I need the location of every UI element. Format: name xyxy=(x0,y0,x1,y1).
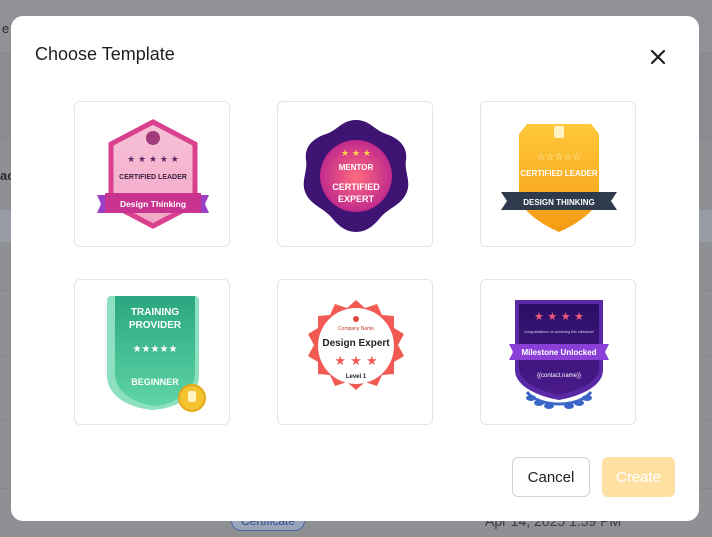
template-tile-mentor-expert[interactable]: ★ ★ ★ MENTOR CERTIFIED EXPERT xyxy=(277,101,433,247)
svg-text:★ ★ ★ ★: ★ ★ ★ ★ xyxy=(534,310,584,323)
close-icon xyxy=(650,49,666,65)
cancel-button[interactable]: Cancel xyxy=(512,457,590,497)
choose-template-modal: Choose Template ★ ★ ★ ★ ★ CERTIFIED LEAD… xyxy=(11,16,699,521)
badge-mentor-expert: ★ ★ ★ MENTOR CERTIFIED EXPERT xyxy=(303,120,409,232)
badge-certified-leader-gold: ☆☆☆☆☆ CERTIFIED LEADER DESIGN THINKING xyxy=(501,124,617,232)
badge-bottom-text: Level 1 xyxy=(346,374,367,380)
badge-certified-leader-pink: ★ ★ ★ ★ ★ CERTIFIED LEADER Design Thinki… xyxy=(97,119,209,229)
badge-top-text: Congratulations on achieving this milest… xyxy=(524,330,594,334)
badge-bottom-text: BEGINNER xyxy=(131,377,179,387)
bg-text-fragment: e xyxy=(2,21,10,36)
template-tile-design-expert[interactable]: Company Name Design Expert ★ ★ ★ Level 1 xyxy=(277,279,433,425)
badge-training-provider: TRAINING PROVIDER ★★★★★ BEGINNER xyxy=(107,296,206,412)
badge-bottom-text: EXPERT xyxy=(338,194,375,204)
badge-ribbon-text: Milestone Unlocked xyxy=(521,348,596,357)
badge-top-text: CERTIFIED LEADER xyxy=(119,174,187,181)
badge-top-text: MENTOR xyxy=(339,163,374,172)
badge-ribbon-text: Design Thinking xyxy=(120,199,186,209)
svg-text:★ ★ ★: ★ ★ ★ xyxy=(341,149,371,159)
badge-mid-text: PROVIDER xyxy=(129,320,182,331)
modal-title: Choose Template xyxy=(35,44,175,64)
badge-top-text: Company Name xyxy=(338,326,374,332)
template-tile-milestone-unlocked[interactable]: ★ ★ ★ ★ Congratulations on achieving thi… xyxy=(480,279,636,425)
badge-top-text: TRAINING xyxy=(131,307,180,318)
badge-bottom-text: {{contact.name}} xyxy=(537,373,581,379)
svg-text:★ ★ ★: ★ ★ ★ xyxy=(334,354,377,369)
badge-design-expert: Company Name Design Expert ★ ★ ★ Level 1 xyxy=(308,300,404,390)
badge-mid-text: Design Expert xyxy=(322,338,390,349)
svg-text:★★★★★: ★★★★★ xyxy=(133,344,178,355)
svg-text:★ ★ ★ ★ ★: ★ ★ ★ ★ ★ xyxy=(127,155,179,165)
close-button[interactable] xyxy=(647,46,669,68)
create-button[interactable]: Create xyxy=(602,457,675,497)
template-tile-certified-leader-gold[interactable]: ☆☆☆☆☆ CERTIFIED LEADER DESIGN THINKING xyxy=(480,101,636,247)
badge-top-text: CERTIFIED LEADER xyxy=(520,169,598,178)
template-tile-training-provider[interactable]: TRAINING PROVIDER ★★★★★ BEGINNER xyxy=(74,279,230,425)
badge-milestone-unlocked: ★ ★ ★ ★ Congratulations on achieving thi… xyxy=(509,300,609,409)
badge-ribbon-text: DESIGN THINKING xyxy=(523,198,595,207)
template-tile-certified-leader-pink[interactable]: ★ ★ ★ ★ ★ CERTIFIED LEADER Design Thinki… xyxy=(74,101,230,247)
badge-mid-text: CERTIFIED xyxy=(332,182,380,192)
svg-text:☆☆☆☆☆: ☆☆☆☆☆ xyxy=(537,152,582,163)
